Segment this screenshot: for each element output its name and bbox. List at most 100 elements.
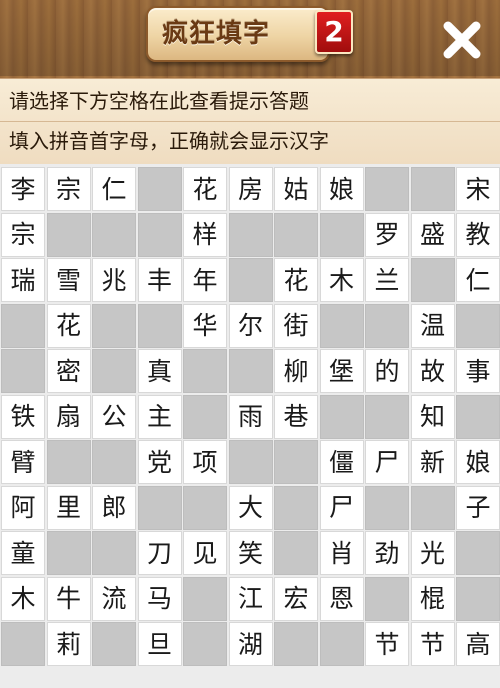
blocked-cell [274, 440, 318, 484]
crossword-cell[interactable]: 巷 [274, 394, 318, 439]
crossword-cell[interactable]: 铁 [1, 394, 45, 439]
crossword-cell[interactable]: 子 [456, 485, 500, 530]
crossword-cell[interactable]: 花 [183, 167, 227, 211]
close-icon [443, 21, 481, 59]
crossword-cell[interactable]: 宗 [1, 212, 45, 257]
blocked-cell [183, 622, 227, 666]
blocked-cell [92, 440, 136, 484]
crossword-cell[interactable]: 堡 [319, 349, 364, 393]
blocked-cell [183, 394, 227, 439]
crossword-cell[interactable]: 真 [137, 349, 182, 393]
crossword-cell[interactable]: 见 [183, 531, 227, 575]
crossword-cell[interactable]: 阿 [1, 485, 45, 530]
blocked-cell [1, 349, 45, 393]
crossword-cell[interactable]: 公 [92, 394, 136, 439]
crossword-cell[interactable]: 娘 [319, 167, 364, 211]
crossword-cell[interactable]: 华 [183, 303, 227, 348]
crossword-cell[interactable]: 仁 [456, 258, 500, 302]
crossword-cell[interactable]: 大 [228, 485, 273, 530]
blocked-cell [365, 303, 409, 348]
crossword-cell[interactable]: 劲 [365, 531, 409, 575]
crossword-cell[interactable]: 尸 [365, 440, 409, 484]
crossword-cell[interactable]: 街 [274, 303, 318, 348]
crossword-cell[interactable]: 房 [228, 167, 273, 211]
blocked-cell [319, 622, 364, 666]
crossword-cell[interactable]: 莉 [46, 622, 91, 666]
blocked-cell [228, 440, 273, 484]
crossword-cell[interactable]: 瑞 [1, 258, 45, 302]
crossword-cell[interactable]: 新 [410, 440, 455, 484]
crossword-cell[interactable]: 兆 [92, 258, 136, 302]
crossword-cell[interactable]: 事 [456, 349, 500, 393]
crossword-cell[interactable]: 高 [456, 622, 500, 666]
top-bar: 疯狂填字 2 [0, 0, 500, 76]
crossword-cell[interactable]: 雪 [46, 258, 91, 302]
crossword-cell[interactable]: 故 [410, 349, 455, 393]
blocked-cell [183, 349, 227, 393]
blocked-cell [456, 394, 500, 439]
crossword-cell[interactable]: 李 [1, 167, 45, 211]
crossword-cell[interactable]: 湖 [228, 622, 273, 666]
crossword-cell[interactable]: 姑 [274, 167, 318, 211]
crossword-cell[interactable]: 主 [137, 394, 182, 439]
crossword-cell[interactable]: 节 [410, 622, 455, 666]
crossword-cell[interactable]: 里 [46, 485, 91, 530]
crossword-cell[interactable]: 木 [319, 258, 364, 302]
blocked-cell [92, 622, 136, 666]
crossword-cell[interactable]: 节 [365, 622, 409, 666]
crossword-cell[interactable]: 笑 [228, 531, 273, 575]
crossword-cell[interactable]: 项 [183, 440, 227, 484]
crossword-cell[interactable]: 温 [410, 303, 455, 348]
crossword-cell[interactable]: 童 [1, 531, 45, 575]
crossword-cell[interactable]: 党 [137, 440, 182, 484]
crossword-cell[interactable]: 肖 [319, 531, 364, 575]
crossword-cell[interactable]: 刀 [137, 531, 182, 575]
crossword-cell[interactable]: 仁 [92, 167, 136, 211]
crossword-cell[interactable]: 棍 [410, 576, 455, 621]
game-title-plaque: 疯狂填字 [146, 6, 330, 62]
crossword-cell[interactable]: 柳 [274, 349, 318, 393]
crossword-cell[interactable]: 盛 [410, 212, 455, 257]
blocked-cell [319, 212, 364, 257]
crossword-cell[interactable]: 花 [46, 303, 91, 348]
crossword-cell[interactable]: 臂 [1, 440, 45, 484]
blocked-cell [92, 349, 136, 393]
crossword-cell[interactable]: 尔 [228, 303, 273, 348]
crossword-cell[interactable]: 知 [410, 394, 455, 439]
crossword-cell[interactable]: 光 [410, 531, 455, 575]
blocked-cell [92, 212, 136, 257]
crossword-cell[interactable]: 样 [183, 212, 227, 257]
blocked-cell [46, 212, 91, 257]
crossword-cell[interactable]: 的 [365, 349, 409, 393]
crossword-cell[interactable]: 娘 [456, 440, 500, 484]
crossword-cell[interactable]: 尸 [319, 485, 364, 530]
close-button[interactable] [436, 14, 488, 66]
crossword-cell[interactable]: 马 [137, 576, 182, 621]
crossword-cell[interactable]: 花 [274, 258, 318, 302]
blocked-cell [319, 394, 364, 439]
crossword-cell[interactable]: 年 [183, 258, 227, 302]
blocked-cell [365, 485, 409, 530]
crossword-cell[interactable]: 流 [92, 576, 136, 621]
crossword-cell[interactable]: 旦 [137, 622, 182, 666]
blocked-cell [137, 485, 182, 530]
crossword-cell[interactable]: 牛 [46, 576, 91, 621]
blocked-cell [274, 622, 318, 666]
crossword-cell[interactable]: 密 [46, 349, 91, 393]
crossword-cell[interactable]: 扇 [46, 394, 91, 439]
crossword-cell[interactable]: 郎 [92, 485, 136, 530]
crossword-cell[interactable]: 罗 [365, 212, 409, 257]
crossword-cell[interactable]: 木 [1, 576, 45, 621]
crossword-cell[interactable]: 江 [228, 576, 273, 621]
crossword-cell[interactable]: 僵 [319, 440, 364, 484]
crossword-cell[interactable]: 丰 [137, 258, 182, 302]
crossword-cell[interactable]: 宏 [274, 576, 318, 621]
crossword-cell[interactable]: 兰 [365, 258, 409, 302]
crossword-cell[interactable]: 宋 [456, 167, 500, 211]
crossword-cell[interactable]: 雨 [228, 394, 273, 439]
blocked-cell [456, 576, 500, 621]
crossword-cell[interactable]: 教 [456, 212, 500, 257]
crossword-cell[interactable]: 恩 [319, 576, 364, 621]
blocked-cell [46, 440, 91, 484]
crossword-cell[interactable]: 宗 [46, 167, 91, 211]
